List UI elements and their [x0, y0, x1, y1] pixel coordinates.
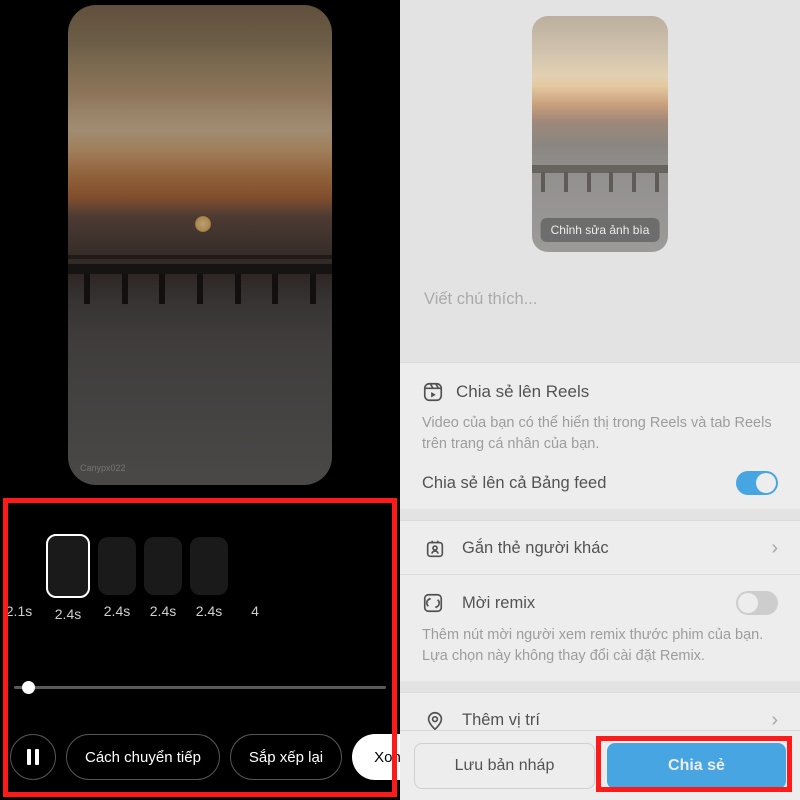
clips-timeline: 2.1s 2.4s 2.4s 2.4s 2.4s 4 [0, 534, 400, 622]
cover-preview[interactable]: Chỉnh sửa ảnh bìa [532, 16, 668, 252]
reorder-button[interactable]: Sắp xếp lại [230, 734, 342, 780]
transition-button[interactable]: Cách chuyển tiếp [66, 734, 220, 780]
person-tag-icon [422, 538, 448, 560]
playback-slider[interactable] [14, 686, 386, 689]
tag-people-row[interactable]: Gắn thẻ người khác › [400, 520, 800, 576]
preview-watermark: Canypx022 [80, 463, 126, 473]
remix-icon [422, 592, 448, 614]
reels-icon [422, 381, 444, 403]
feed-share-label: Chia sẻ lên cả Bảng feed [422, 474, 606, 493]
remix-toggle[interactable] [736, 591, 778, 615]
location-icon [422, 710, 448, 732]
clip-item[interactable]: 2.4s [98, 537, 136, 619]
share-button[interactable]: Chia sẻ [607, 743, 786, 789]
reels-section: Chia sẻ lên Reels Video của bạn có thể h… [400, 362, 800, 509]
pause-button[interactable] [10, 734, 56, 780]
clip-item[interactable]: 2.4s [190, 537, 228, 619]
remix-title: Mời remix [462, 594, 535, 613]
reels-description: Video của bạn có thể hiển thị trong Reel… [422, 413, 778, 455]
editor-panel: Canypx022 2.1s 2.4s 2.4s 2.4s 2.4s [0, 0, 400, 800]
tag-people-label: Gắn thẻ người khác [462, 539, 609, 558]
video-preview[interactable]: Canypx022 [68, 5, 332, 485]
caption-input[interactable]: Viết chú thích... [424, 290, 537, 309]
bottom-action-bar: Lưu bản nháp Chia sẻ [400, 730, 800, 800]
share-panel: Chỉnh sửa ảnh bìa Viết chú thích... Chia… [400, 0, 800, 800]
pause-icon [25, 749, 41, 765]
location-label: Thêm vị trí [462, 711, 540, 730]
clip-item[interactable]: 2.4s [144, 537, 182, 619]
edit-cover-button[interactable]: Chỉnh sửa ảnh bìa [541, 218, 660, 242]
reels-title: Chia sẻ lên Reels [456, 382, 589, 402]
remix-description: Thêm nút mời người xem remix thước phim … [422, 625, 778, 667]
feed-share-toggle[interactable] [736, 471, 778, 495]
remix-section: Mời remix Thêm nút mời người xem remix t… [400, 574, 800, 681]
chevron-right-icon: › [771, 537, 778, 560]
clip-item[interactable]: 4 [236, 537, 274, 619]
save-draft-button[interactable]: Lưu bản nháp [414, 743, 595, 789]
clip-item[interactable]: 2.4s [46, 534, 90, 622]
chevron-right-icon: › [771, 709, 778, 732]
clip-item[interactable]: 2.1s [0, 537, 38, 619]
